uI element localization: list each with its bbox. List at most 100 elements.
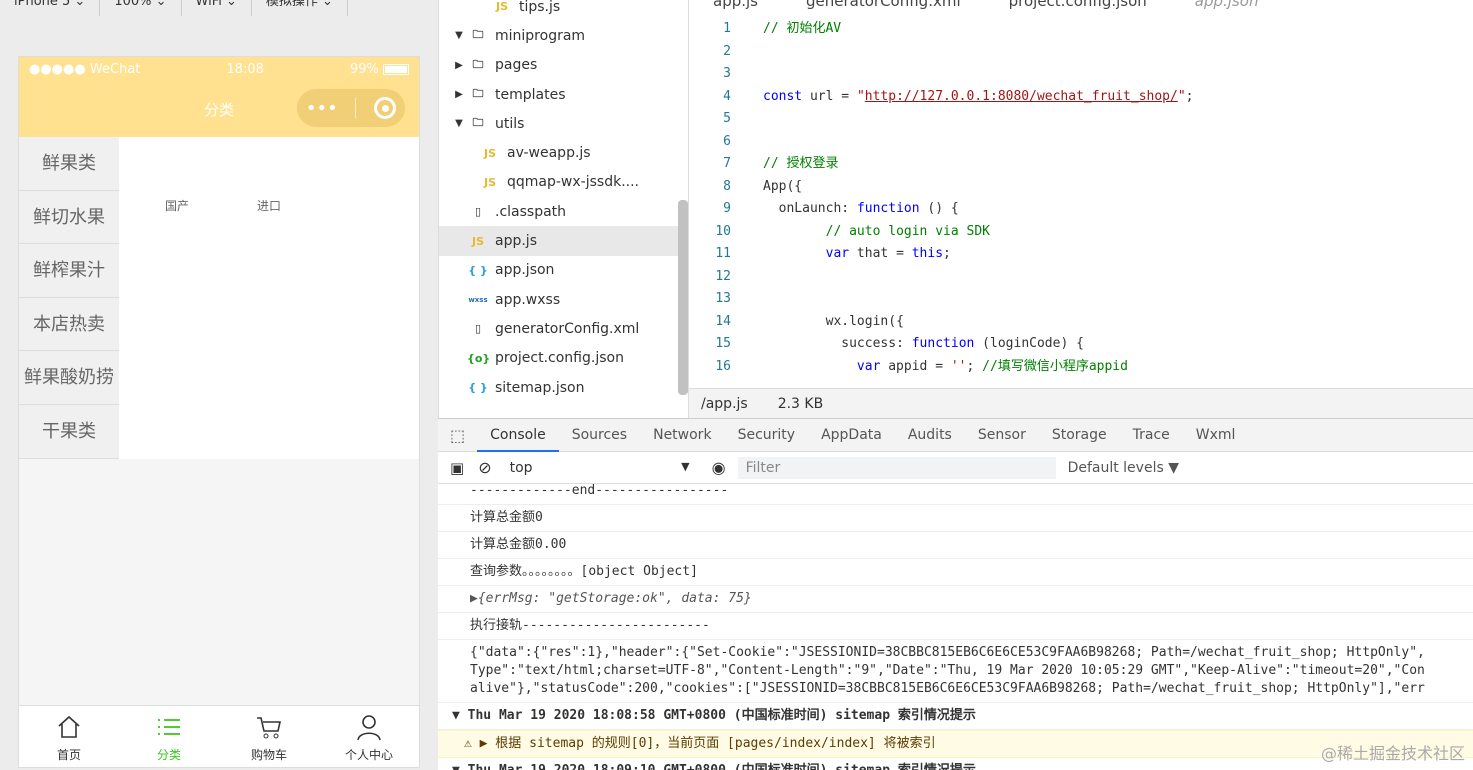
expand-arrow-icon: ▶ [455,89,463,101]
editor-tab[interactable]: generatorConfig.xml [782,0,985,10]
tab-label: 个人中心 [344,748,393,762]
file-size: 2.3 KB [777,395,824,412]
category-item[interactable]: 鲜切水果 [19,191,119,245]
file-tree-item[interactable]: { } app.json [439,256,688,285]
editor-tab[interactable]: app.json [1171,0,1283,10]
file-explorer-scrollbar[interactable] [678,200,688,395]
simulator-toolbar-item[interactable]: 模拟操作 ⌄ [252,0,348,16]
editor-tab[interactable]: project.config.json [985,0,1171,10]
levels-select[interactable]: Default levels ▼ [1068,460,1179,476]
code-line: 11 var that = this; [689,243,1473,266]
category-item[interactable]: 本店热卖 [19,298,119,352]
devtools-tab[interactable]: Sources [559,418,640,452]
console-message: 查询参数。。。。。。。。[object Object] [438,559,1473,586]
context-select[interactable]: top ▼ [510,460,690,476]
file-icon: ▯ [474,322,482,336]
file-tree-item[interactable]: ▯ generatorConfig.xml [439,314,688,343]
user-icon [355,713,383,746]
file-name: app.js [495,233,537,250]
devtools-tab[interactable]: Wxml [1183,418,1249,452]
file-name: project.config.json [495,350,624,367]
file-tree-item[interactable]: { } sitemap.json [439,373,688,402]
devtools-tab[interactable]: Storage [1039,418,1120,452]
file-tree-item[interactable]: JS qqmap-wx-jssdk.... [439,168,688,197]
file-tree-item[interactable]: ▶ 🗀 templates [439,80,688,109]
devtools-tab[interactable]: Sensor [965,418,1039,452]
code-text: onLaunch: function () { [778,201,959,216]
line-number: 6 [723,133,731,149]
tab-user[interactable]: 个人中心 [319,706,419,767]
json-file-icon: { } [468,263,488,277]
line-number: 9 [723,201,731,216]
category-list: 鲜果类 鲜切水果 鲜榨果汁 本店热卖 鲜果酸奶捞 干果类 [19,137,119,459]
file-name: sitemap.json [495,379,585,396]
file-tree-item[interactable]: JS av-weapp.js [439,138,688,167]
tab-label: 首页 [56,748,81,762]
file-tree-item[interactable]: wxss app.wxss [439,285,688,314]
simulator-toolbar-item[interactable]: WiFi ⌄ [182,0,252,16]
code-area[interactable]: 1 // 初始化AV 2 3 4 const url = "http://127.0.0.… [689,18,1473,378]
console-message: {"data":{"res":1},"header":{"Set-Cookie"… [438,640,1473,703]
code-line: 1 // 初始化AV [689,18,1473,41]
line-number: 1 [723,21,731,36]
wxss-file-icon: wxss [468,295,488,304]
battery-label: 99% [350,62,409,77]
simulator-toolbar-item[interactable]: 100% ⌄ [100,0,182,16]
category-item[interactable]: 鲜果酸奶捞 [19,351,119,405]
category-item[interactable]: 鲜榨果汁 [19,244,119,298]
more-button[interactable]: ••• [306,98,338,119]
file-name: miniprogram [495,27,586,44]
devtools-tab[interactable]: Console [477,418,559,452]
console-message[interactable]: ▼ Thu Mar 19 2020 18:08:58 GMT+0800 (中国标… [438,703,1473,730]
file-tree-item[interactable]: ▼ 🗀 miniprogram [439,21,688,50]
code-line: 5 [689,108,1473,131]
category-item[interactable]: 干果类 [19,405,119,459]
tab-list[interactable]: 分类 [119,706,219,767]
sub-category-domestic[interactable]: 国产 [165,197,189,214]
line-number: 8 [723,178,731,194]
file-tree-item[interactable]: ▯ .classpath [439,197,688,226]
code-text: success: function (loginCode) { [841,336,1084,351]
file-tree-item[interactable]: JS app.js [439,226,688,256]
code-line: 13 [689,288,1473,311]
devtools-tab[interactable]: AppData [808,418,895,452]
eye-icon[interactable]: ◉ [712,458,726,477]
folder-icon: 🗀 [472,87,484,101]
devtools-tab[interactable]: Trace [1120,418,1183,452]
file-tree-item[interactable]: JS tips.js [439,0,688,21]
expand-arrow-icon: ▶ [455,59,463,71]
sidebar-toggle-icon[interactable]: ▣ [450,459,464,477]
file-name: qqmap-wx-jssdk.... [507,174,639,191]
inspect-element-icon[interactable]: ⬚ [438,426,477,445]
json-file-icon: { } [468,381,488,394]
tab-home[interactable]: 首页 [19,706,119,767]
devtools-tab[interactable]: Network [640,418,724,452]
close-mini-program-icon[interactable] [374,97,397,119]
js-file-icon: JS [495,0,508,14]
simulator-panel: iPhone 5 ⌄ 100% ⌄ WiFi ⌄ 模拟操作 ⌄ ●●●●● WeCha… [0,0,438,770]
file-tree-item[interactable]: ▶ 🗀 pages [439,51,688,80]
folder-icon: 🗀 [472,28,484,42]
console-message[interactable]: ▶{errMsg: "getStorage:ok", data: 75} [438,586,1473,613]
line-number: 11 [715,246,731,261]
code-line: 16 var appid = ''; //填写微信小程序appid [689,356,1473,379]
devtools-tab[interactable]: Audits [895,418,965,452]
category-item[interactable]: 鲜果类 [19,137,119,191]
console-message: 计算总金额0 [438,505,1473,532]
menu-capsule: ••• [297,89,405,127]
file-tree-item[interactable]: ▼ 🗀 utils [439,109,688,138]
console-message: 计算总金额0.00 [438,532,1473,559]
sub-category-imported[interactable]: 进口 [257,197,281,214]
file-name: tips.js [519,0,561,15]
devtools-tab[interactable]: Security [725,418,809,452]
js-file-icon: JS [471,234,484,248]
editor-tab[interactable]: app.js [689,0,782,10]
clear-console-icon[interactable]: ⊘ [478,458,491,477]
console-message[interactable]: ▼ Thu Mar 19 2020 18:09:10 GMT+0800 (中国标… [438,758,1473,770]
code-text: wx.login({ [825,313,904,329]
tab-cart[interactable]: 购物车 [219,706,319,767]
console-message[interactable]: ⚠ ▶ 根据 sitemap 的规则[0]，当前页面 [pages/index/… [438,730,1473,758]
file-tree-item[interactable]: {o} project.config.json [439,344,688,373]
simulator-toolbar-item[interactable]: iPhone 5 ⌄ [0,0,101,16]
filter-input[interactable]: Filter [737,456,1056,479]
